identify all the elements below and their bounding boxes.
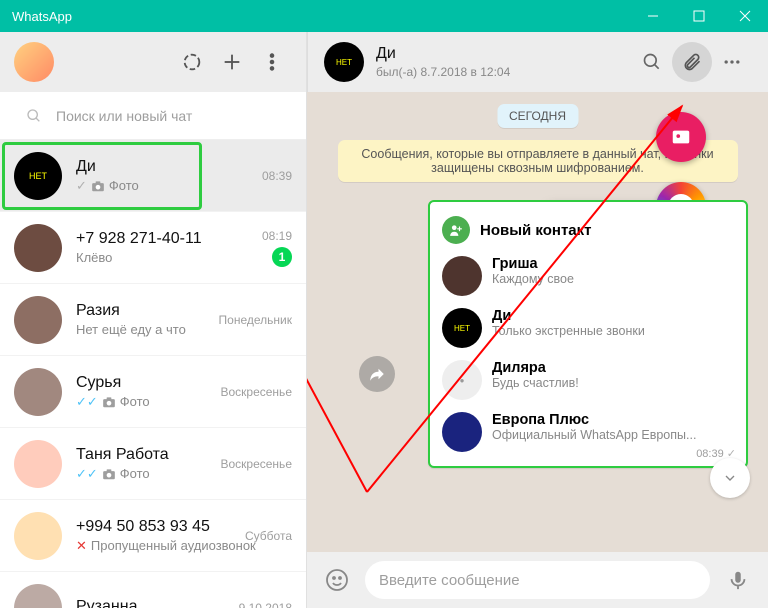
chat-header: НЕТ Ди был(-а) 8.7.2018 в 12:04	[307, 32, 768, 92]
close-button[interactable]	[722, 0, 768, 32]
new-chat-icon[interactable]	[212, 42, 252, 82]
contacts-card: Новый контакт ГришаКаждому свое НЕТ ДиТо…	[428, 200, 748, 468]
my-avatar[interactable]	[14, 42, 54, 82]
check-icon: ✓	[76, 178, 87, 194]
contact-row[interactable]: ГришаКаждому свое	[430, 250, 746, 302]
mic-button[interactable]	[720, 562, 756, 598]
attach-photo-button[interactable]	[656, 112, 706, 162]
message-input[interactable]: Введите сообщение	[365, 561, 710, 599]
status-icon[interactable]	[172, 42, 212, 82]
minimize-button[interactable]	[630, 0, 676, 32]
contact-avatar[interactable]: НЕТ	[324, 42, 364, 82]
maximize-button[interactable]	[676, 0, 722, 32]
contact-row[interactable]: НЕТ ДиТолько экстренные звонки	[430, 302, 746, 354]
chat-item[interactable]: Разия Нет ещё еду а что Понедельник	[0, 284, 306, 356]
sidebar: Поиск или новый чат НЕТ Ди ✓ Фото 0	[0, 32, 307, 608]
chat-menu-icon[interactable]	[712, 42, 752, 82]
add-contact-icon	[442, 216, 470, 244]
message-composer: Введите сообщение	[307, 552, 768, 608]
unread-badge: 1	[272, 247, 292, 267]
app-title: WhatsApp	[0, 9, 630, 24]
date-label: СЕГОДНЯ	[497, 104, 578, 128]
chat-item[interactable]: Рузанна 9.10.2018	[0, 572, 306, 608]
search-bar: Поиск или новый чат	[0, 92, 306, 140]
forward-button[interactable]	[359, 356, 395, 392]
message-placeholder: Введите сообщение	[379, 572, 520, 589]
camera-icon	[102, 396, 116, 408]
double-check-icon: ✓✓	[76, 394, 98, 410]
sidebar-header	[0, 32, 306, 92]
contact-name: Ди	[376, 45, 632, 63]
attach-button[interactable]	[672, 42, 712, 82]
emoji-button[interactable]	[319, 562, 355, 598]
chat-item-di[interactable]: НЕТ Ди ✓ Фото 08:39	[0, 140, 306, 212]
scroll-to-bottom-button[interactable]	[710, 458, 750, 498]
window-titlebar: WhatsApp	[0, 0, 768, 32]
search-input[interactable]: Поиск или новый чат	[14, 99, 292, 133]
new-contact-header[interactable]: Новый контакт	[430, 210, 746, 250]
chat-body: СЕГОДНЯ Сообщения, которые вы отправляет…	[307, 92, 768, 552]
chat-item[interactable]: Таня Работа ✓✓ Фото Воскресенье	[0, 428, 306, 500]
contact-row[interactable]: ● ДиляраБудь счастлив!	[430, 354, 746, 406]
chat-item[interactable]: Сурья ✓✓ Фото Воскресенье	[0, 356, 306, 428]
search-placeholder: Поиск или новый чат	[56, 108, 192, 124]
camera-icon	[91, 180, 105, 192]
chat-panel: НЕТ Ди был(-а) 8.7.2018 в 12:04 СЕГОДНЯ …	[307, 32, 768, 608]
chat-list: НЕТ Ди ✓ Фото 08:39 +7 928 271-40-	[0, 140, 306, 608]
chat-item[interactable]: +7 928 271-40-11 Клёво 08:19 1	[0, 212, 306, 284]
contact-status: был(-а) 8.7.2018 в 12:04	[376, 65, 632, 79]
missed-call-icon: ✕	[76, 538, 87, 554]
search-icon[interactable]	[632, 42, 672, 82]
chat-item[interactable]: +994 50 853 93 45 ✕ Пропущенный аудиозво…	[0, 500, 306, 572]
camera-icon	[102, 468, 116, 480]
menu-icon[interactable]	[252, 42, 292, 82]
double-check-icon: ✓✓	[76, 466, 98, 482]
